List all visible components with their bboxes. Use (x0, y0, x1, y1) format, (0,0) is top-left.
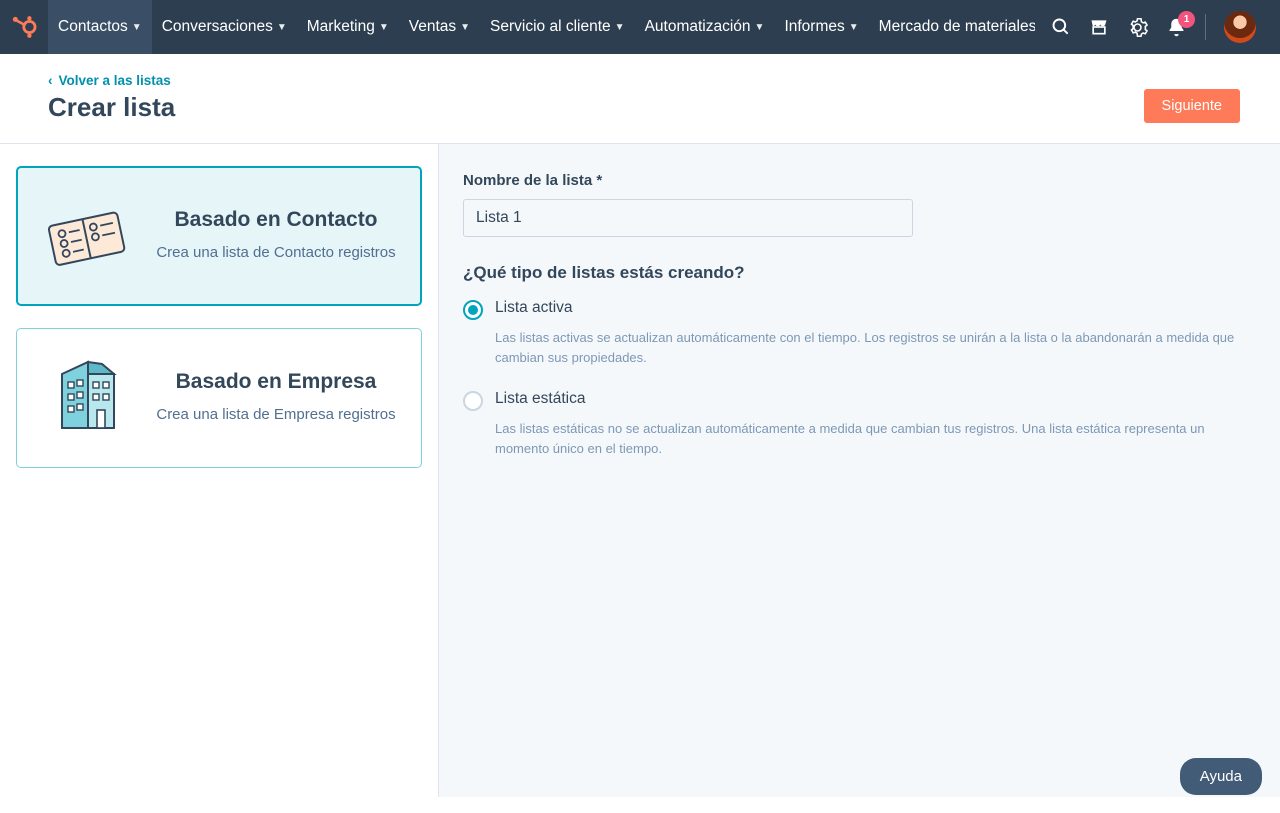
nav-item-automatizacion[interactable]: Automatización ▼ (635, 0, 775, 54)
divider (1205, 14, 1206, 40)
page-header: ‹ Volver a las listas Crear lista Siguie… (0, 54, 1280, 144)
chevron-down-icon: ▼ (132, 22, 142, 33)
radio-option-static: Lista estática Las listas estáticas no s… (463, 390, 1256, 459)
left-column: Basado en Contacto Crea una lista de Con… (0, 144, 438, 797)
hubspot-logo-icon[interactable] (0, 0, 48, 54)
nav-label: Conversaciones (162, 18, 273, 36)
nav-item-informes[interactable]: Informes ▼ (774, 0, 868, 54)
nav-item-mercado[interactable]: Mercado de materiales▼ (869, 0, 1035, 54)
gear-icon[interactable] (1127, 17, 1148, 38)
chevron-down-icon: ▼ (849, 22, 859, 33)
nav-label: Ventas (409, 18, 456, 36)
company-icon (37, 353, 133, 443)
nav-label: Mercado de materiales (879, 18, 1035, 36)
nav-items: Contactos ▼ Conversaciones ▼ Marketing ▼ Ve… (48, 0, 1035, 54)
back-link-label: Volver a las listas (59, 73, 171, 88)
card-company-based[interactable]: Basado en Empresa Crea una lista de Empr… (16, 328, 422, 468)
card-title: Basado en Empresa (151, 370, 401, 394)
chevron-left-icon: ‹ (48, 73, 53, 88)
nav-item-marketing[interactable]: Marketing ▼ (297, 0, 399, 54)
card-desc: Crea una lista de Contacto registros (151, 242, 401, 264)
nav-item-conversaciones[interactable]: Conversaciones ▼ (152, 0, 297, 54)
nav-item-contactos[interactable]: Contactos ▼ (48, 0, 152, 54)
nav-right: 1 (1035, 11, 1272, 43)
chevron-down-icon: ▼ (460, 22, 470, 33)
main-content: Basado en Contacto Crea una lista de Con… (0, 144, 1280, 797)
nav-label: Contactos (58, 18, 128, 36)
card-title: Basado en Contacto (151, 208, 401, 232)
radio-desc: Las listas activas se actualizan automát… (495, 328, 1256, 368)
notification-badge: 1 (1178, 11, 1195, 28)
notifications-icon[interactable]: 1 (1166, 17, 1187, 38)
radio-label[interactable]: Lista activa (495, 299, 1256, 317)
contact-list-icon (37, 191, 133, 281)
nav-item-servicio[interactable]: Servicio al cliente ▼ (480, 0, 635, 54)
list-name-input[interactable] (463, 199, 913, 237)
radio-static-list[interactable] (463, 391, 483, 411)
chevron-down-icon: ▼ (615, 22, 625, 33)
radio-option-active: Lista activa Las listas activas se actua… (463, 299, 1256, 368)
chevron-down-icon: ▼ (379, 22, 389, 33)
card-body: Basado en Empresa Crea una lista de Empr… (151, 370, 401, 426)
right-column: Nombre de la lista * ¿Qué tipo de listas… (438, 144, 1280, 797)
chevron-down-icon: ▼ (755, 22, 765, 33)
marketplace-icon[interactable] (1089, 17, 1109, 37)
nav-label: Automatización (645, 18, 751, 36)
nav-label: Servicio al cliente (490, 18, 611, 36)
nav-item-ventas[interactable]: Ventas ▼ (399, 0, 480, 54)
name-label: Nombre de la lista * (463, 172, 1256, 189)
help-button[interactable]: Ayuda (1180, 758, 1262, 795)
top-navbar: Contactos ▼ Conversaciones ▼ Marketing ▼ Ve… (0, 0, 1280, 54)
radio-active-list[interactable] (463, 300, 483, 320)
type-heading: ¿Qué tipo de listas estás creando? (463, 263, 1256, 283)
search-icon[interactable] (1051, 17, 1071, 37)
next-button[interactable]: Siguiente (1144, 89, 1240, 123)
card-body: Basado en Contacto Crea una lista de Con… (151, 208, 401, 264)
back-link[interactable]: ‹ Volver a las listas (48, 73, 171, 88)
nav-label: Informes (784, 18, 844, 36)
nav-label: Marketing (307, 18, 375, 36)
radio-desc: Las listas estáticas no se actualizan au… (495, 419, 1256, 459)
page-title: Crear lista (48, 92, 175, 123)
radio-label[interactable]: Lista estática (495, 390, 1256, 408)
card-desc: Crea una lista de Empresa registros (151, 404, 401, 426)
card-contact-based[interactable]: Basado en Contacto Crea una lista de Con… (16, 166, 422, 306)
avatar[interactable] (1224, 11, 1256, 43)
chevron-down-icon: ▼ (277, 22, 287, 33)
